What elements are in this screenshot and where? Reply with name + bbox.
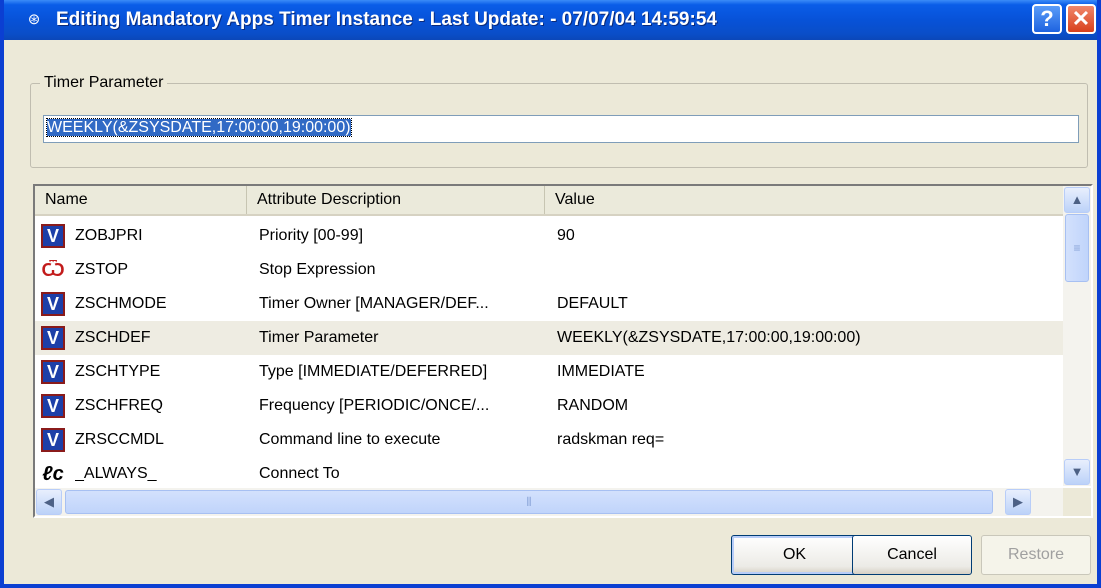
scroll-down-button[interactable]: ▼ [1064, 459, 1090, 485]
row-description: Type [IMMEDIATE/DEFERRED] [259, 363, 488, 380]
table-row[interactable]: ℓc _ALWAYS_ Connect To [35, 457, 1063, 491]
row-name: ZSCHDEF [75, 329, 151, 346]
attribute-list: Name Attribute Description Value V ZOBJP… [33, 184, 1093, 518]
table-row[interactable]: Ѿ ZSTOP Stop Expression [35, 253, 1063, 287]
row-description: Command line to execute [259, 431, 441, 448]
row-value [557, 253, 1057, 287]
row-description: Stop Expression [259, 261, 376, 278]
chevron-right-icon: ▶ [1013, 494, 1023, 509]
table-row-selected[interactable]: V ZSCHDEF Timer Parameter WEEKLY(&ZSYSDA… [35, 321, 1063, 355]
column-header-value[interactable]: Value [545, 186, 1063, 214]
stop-expression-icon: Ѿ [41, 260, 65, 280]
row-value: WEEKLY(&ZSYSDATE,17:00:00,19:00:00) [557, 329, 861, 346]
row-name: ZSCHFREQ [75, 397, 163, 414]
row-name: ZOBJPRI [75, 227, 143, 244]
chevron-up-icon: ▲ [1070, 192, 1084, 207]
row-value: IMMEDIATE [557, 363, 645, 380]
row-description: Priority [00-99] [259, 227, 364, 244]
column-header-name[interactable]: Name [35, 186, 247, 214]
close-icon: ✕ [1071, 6, 1091, 31]
ok-button[interactable]: OK [731, 535, 858, 575]
variable-icon: V [41, 224, 65, 248]
chevron-left-icon: ◀ [44, 494, 54, 509]
vertical-scroll-thumb[interactable]: ≡ [1065, 214, 1089, 282]
connect-icon: ℓc [42, 463, 64, 485]
close-button[interactable]: ✕ [1066, 4, 1096, 34]
table-row[interactable]: V ZSCHTYPE Type [IMMEDIATE/DEFERRED] IMM… [35, 355, 1063, 389]
variable-icon: V [41, 394, 65, 418]
row-name: _ALWAYS_ [75, 465, 157, 482]
horizontal-scrollbar[interactable]: ◀ ⦀ ▶ [35, 488, 1063, 516]
table-row[interactable]: V ZRSCCMDL Command line to execute radsk… [35, 423, 1063, 457]
row-value: radskman req= [557, 431, 665, 448]
scroll-right-button[interactable]: ▶ [1005, 489, 1031, 515]
column-header-description[interactable]: Attribute Description [247, 186, 545, 214]
row-description: Timer Parameter [259, 329, 379, 346]
scrollbar-corner [1063, 488, 1091, 516]
window-title: Editing Mandatory Apps Timer Instance - … [56, 9, 717, 30]
variable-icon: V [41, 360, 65, 384]
row-name: ZSTOP [75, 261, 129, 278]
variable-icon: V [41, 428, 65, 452]
row-value [557, 457, 1057, 491]
horizontal-scroll-thumb[interactable]: ⦀ [65, 490, 993, 514]
table-row[interactable]: V ZSCHFREQ Frequency [PERIODIC/ONCE/... … [35, 389, 1063, 423]
variable-icon: V [41, 292, 65, 316]
row-description: Timer Owner [MANAGER/DEF... [259, 295, 489, 312]
chevron-down-icon: ▼ [1070, 464, 1084, 479]
cancel-button[interactable]: Cancel [852, 535, 972, 575]
row-name: ZRSCCMDL [75, 431, 164, 448]
row-name: ZSCHTYPE [75, 363, 161, 380]
row-value: DEFAULT [557, 295, 628, 312]
timer-parameter-legend: Timer Parameter [40, 74, 168, 92]
scroll-left-button[interactable]: ◀ [36, 489, 62, 515]
table-row[interactable]: V ZOBJPRI Priority [00-99] 90 [35, 219, 1063, 253]
table-row[interactable]: V ZSCHMODE Timer Owner [MANAGER/DEF... D… [35, 287, 1063, 321]
row-description: Connect To [259, 465, 340, 482]
row-value: 90 [557, 227, 575, 244]
timer-parameter-value: WEEKLY(&ZSYSDATE,17:00:00,19:00:00) [46, 118, 352, 137]
satellite-icon: ⊛ [27, 11, 41, 28]
variable-icon: V [41, 326, 65, 350]
scroll-up-button[interactable]: ▲ [1064, 187, 1090, 213]
vertical-scrollbar[interactable]: ▲ ≡ ▼ [1063, 186, 1091, 486]
restore-button: Restore [981, 535, 1091, 575]
timer-parameter-input[interactable]: WEEKLY(&ZSYSDATE,17:00:00,19:00:00) [43, 115, 1079, 143]
title-bar[interactable]: ⊛ Editing Mandatory Apps Timer Instance … [4, 0, 1097, 40]
row-description: Frequency [PERIODIC/ONCE/... [259, 397, 490, 414]
help-button[interactable]: ? [1032, 4, 1062, 34]
row-name: ZSCHMODE [75, 295, 167, 312]
dialog-window: ⊛ Editing Mandatory Apps Timer Instance … [0, 0, 1101, 588]
row-value: RANDOM [557, 397, 629, 414]
list-header: Name Attribute Description Value [35, 186, 1063, 216]
